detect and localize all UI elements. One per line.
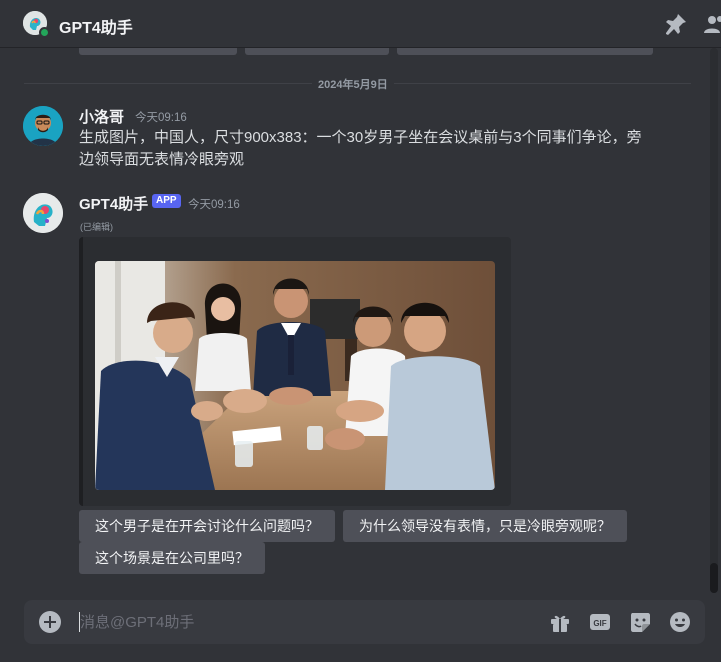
app-badge: APP	[152, 194, 181, 208]
message-input[interactable]	[80, 612, 520, 632]
gif-icon[interactable]: GIF	[589, 611, 611, 633]
header-avatar[interactable]	[23, 11, 50, 38]
edited-label: (已编辑)	[80, 222, 113, 232]
online-status-dot	[39, 27, 50, 38]
members-icon[interactable]	[703, 12, 721, 36]
user-avatar-art	[23, 106, 63, 146]
emoji-icon[interactable]	[669, 611, 691, 633]
sticker-icon[interactable]	[629, 611, 651, 633]
scrolled-button[interactable]	[245, 48, 389, 55]
scrolled-button[interactable]	[79, 48, 237, 55]
channel-header: GPT4助手	[0, 0, 721, 48]
scrollbar-track[interactable]	[710, 48, 718, 593]
bot-avatar-art	[23, 193, 63, 233]
scrollbar-thumb[interactable]	[710, 563, 718, 593]
message-author[interactable]: GPT4助手	[79, 193, 148, 214]
bot-avatar[interactable]	[23, 193, 63, 233]
message-timestamp: 今天09:16	[188, 199, 240, 211]
add-attachment-icon[interactable]	[39, 611, 61, 633]
user-avatar[interactable]	[23, 106, 63, 146]
date-divider-label: 2024年5月9日	[312, 76, 394, 92]
bottom-strip	[0, 652, 721, 662]
meeting-scene-illustration	[95, 261, 495, 490]
scrolled-button[interactable]	[397, 48, 653, 55]
pin-icon[interactable]	[664, 12, 688, 36]
gift-icon[interactable]	[549, 611, 571, 633]
message-content: 生成图片，中国人，尺寸900x383：一个30岁男子坐在会议桌前与3个同事们争论…	[79, 129, 642, 168]
suggestion-button[interactable]: 这个场景是在公司里吗？	[79, 542, 265, 574]
message-timestamp: 今天09:16	[135, 112, 187, 124]
suggestion-button[interactable]: 这个男子是在开会讨论什么问题吗？	[79, 510, 335, 542]
message-author[interactable]: 小洛哥	[79, 106, 124, 127]
channel-title: GPT4助手	[59, 20, 133, 37]
generated-image[interactable]	[95, 261, 495, 490]
svg-text:GIF: GIF	[593, 619, 606, 628]
suggestion-button[interactable]: 为什么领导没有表情，只是冷眼旁观呢？	[343, 510, 627, 542]
